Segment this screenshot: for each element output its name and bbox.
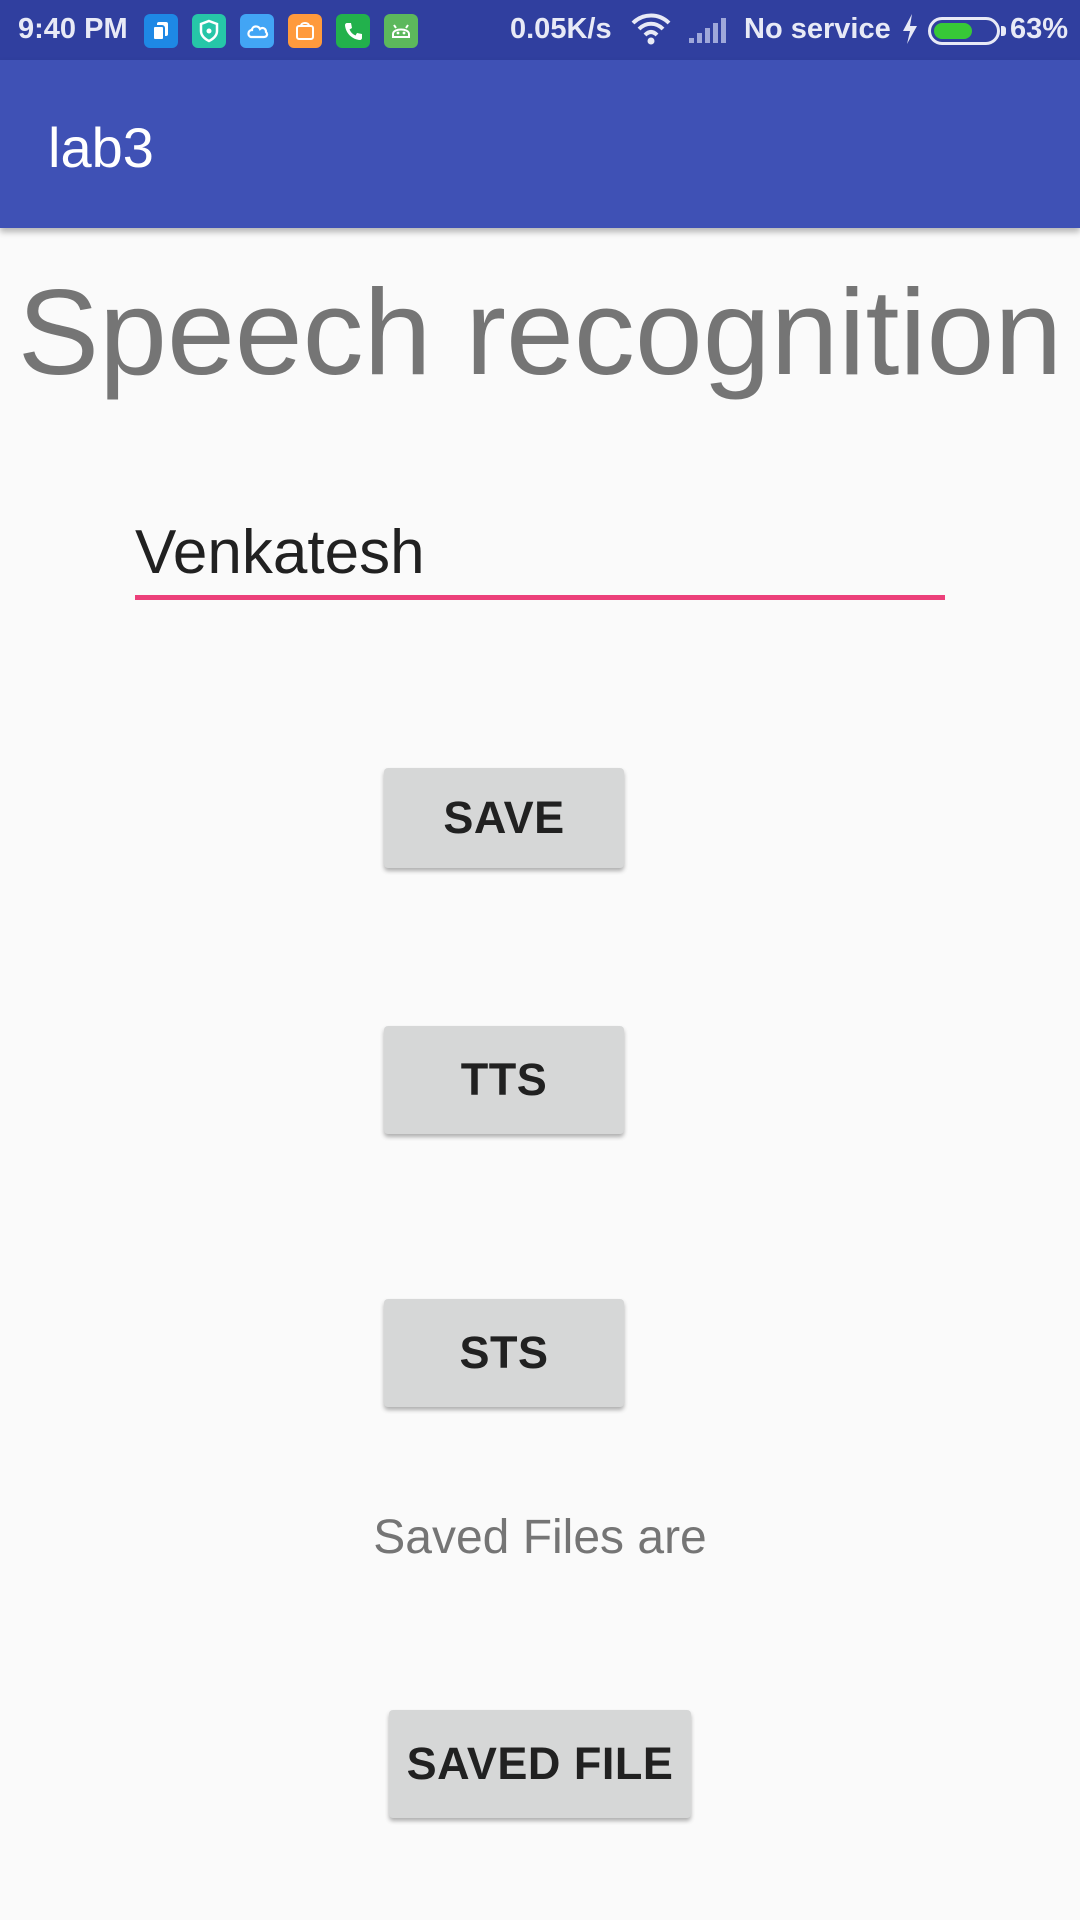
battery-level-fill	[934, 23, 972, 39]
phone-icon	[336, 14, 370, 48]
battery-percent: 63%	[1010, 13, 1069, 45]
mi-store-icon	[288, 14, 322, 48]
app-bar: lab3	[0, 60, 1080, 228]
charging-icon	[900, 13, 920, 53]
status-bar: 9:40 PM 0.05K/s No service 63%	[0, 0, 1080, 60]
cloud-icon	[240, 14, 274, 48]
tts-button[interactable]: TTS	[384, 1026, 624, 1134]
saved-files-label: Saved Files are	[373, 1511, 707, 1564]
save-button[interactable]: SAVE	[384, 768, 624, 868]
saved-file-button[interactable]: SAVED FILE	[389, 1710, 691, 1818]
signal-icon	[688, 16, 728, 52]
android-icon	[384, 14, 418, 48]
status-time: 9:40 PM	[18, 13, 128, 45]
app-title: lab3	[48, 116, 154, 179]
text-input[interactable]	[135, 510, 945, 600]
battery-icon	[928, 17, 1006, 45]
copy-icon	[144, 14, 178, 48]
shield-icon	[192, 14, 226, 48]
network-speed: 0.05K/s	[510, 13, 612, 45]
page-title: Speech recognition	[17, 264, 1063, 400]
battery-tip	[1001, 26, 1006, 36]
sts-button[interactable]: STS	[384, 1299, 624, 1407]
wifi-icon	[630, 12, 672, 54]
service-status: No service	[744, 13, 891, 45]
